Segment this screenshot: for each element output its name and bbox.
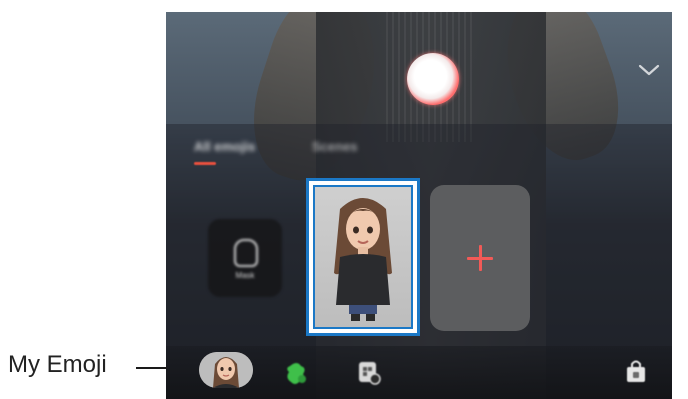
tab-scenes[interactable]: Scenes xyxy=(312,139,358,157)
shutter-button[interactable] xyxy=(407,53,459,105)
emoji-avatar-image xyxy=(334,198,392,321)
shop-icon[interactable] xyxy=(624,358,648,384)
my-emoji-callout-label: My Emoji xyxy=(8,351,107,378)
my-emoji-icon xyxy=(199,352,253,388)
plus-icon xyxy=(467,245,493,271)
mask-icon xyxy=(234,239,258,267)
tab-all-emojis[interactable]: All emojis xyxy=(194,139,255,157)
emoji-card-preview xyxy=(313,185,413,329)
sticker-icon[interactable] xyxy=(357,359,381,385)
chevron-down-icon[interactable] xyxy=(636,60,662,80)
mask-mode-tile[interactable]: Mask xyxy=(208,219,282,297)
ar-doodle-icon[interactable] xyxy=(285,360,309,386)
tab-active-indicator xyxy=(194,162,216,165)
add-emoji-tile[interactable] xyxy=(430,185,530,331)
my-emoji-button[interactable] xyxy=(199,352,253,388)
camera-screen: All emojis Scenes Mask xyxy=(166,12,672,399)
callout-leader-line xyxy=(136,367,167,369)
my-emoji-card[interactable] xyxy=(306,178,420,336)
mask-label: Mask xyxy=(235,271,255,280)
